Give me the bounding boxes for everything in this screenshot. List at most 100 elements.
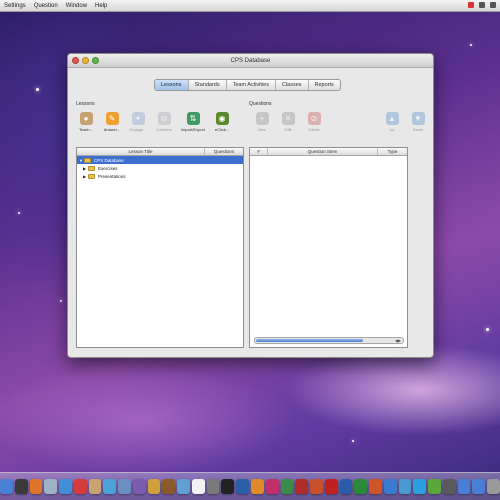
scrollbar-thumb[interactable] (256, 339, 363, 342)
column-number[interactable]: # (250, 148, 268, 155)
tab-classes[interactable]: Classes (276, 80, 309, 90)
lessons-toolbar: ● Teach... ✎ Answer... ✦ Engage... ⧉ Com… (76, 112, 232, 132)
menu-question[interactable]: Question (34, 3, 58, 9)
illustrator-icon[interactable] (251, 479, 264, 494)
questions-section-label: Questions (249, 101, 272, 107)
lessons-list[interactable]: Lesson Title Questions ▼ CPS Database ▶ … (76, 147, 244, 348)
cps-database-window: CPS Database Lessons Standards Team Acti… (67, 53, 434, 358)
delete-question-label: Delete (308, 127, 320, 132)
lessons-section-label: Lessons (76, 101, 95, 107)
star (18, 212, 20, 214)
address-book-icon[interactable] (88, 479, 102, 494)
questions-list[interactable]: # Question Stem Type ◀▶ (249, 147, 408, 348)
teach-button[interactable]: ● Teach... (76, 112, 96, 132)
folder-icon (88, 165, 95, 171)
edit-question-button[interactable]: ✕ Edit (278, 112, 298, 132)
column-type[interactable]: Type (378, 148, 407, 155)
firefox-icon[interactable] (29, 479, 43, 494)
photoshop-icon[interactable] (236, 479, 249, 494)
iphoto-icon[interactable] (118, 479, 131, 494)
answer-button[interactable]: ✎ Answer... (102, 112, 122, 132)
entourage-icon[interactable] (383, 479, 397, 494)
move-down-button[interactable]: ▼ Down (408, 112, 428, 132)
powerpoint-icon[interactable] (369, 479, 382, 494)
trash-icon[interactable] (487, 479, 500, 494)
tab-team-activities[interactable]: Team Activities (227, 80, 276, 90)
ical-icon[interactable] (73, 479, 87, 494)
safari-icon[interactable] (59, 479, 72, 494)
status-icon[interactable] (479, 2, 485, 8)
up-arrow-icon: ▲ (385, 112, 399, 125)
tree-item-presentations[interactable]: ▶ Presentations (77, 172, 243, 180)
answer-label: Answer... (103, 127, 121, 132)
window-title: CPS Database (230, 58, 271, 64)
window-controls (72, 57, 99, 64)
tab-standards[interactable]: Standards (189, 80, 227, 90)
questions-toolbar: + New ✕ Edit ⊘ Delete ▲ Up ▼ Down (252, 112, 428, 132)
word-icon[interactable] (339, 479, 353, 494)
column-questions[interactable]: Questions (205, 148, 243, 155)
import-export-icon: ⇅ (186, 112, 200, 125)
garageband-icon[interactable] (147, 479, 161, 494)
delete-question-button[interactable]: ⊘ Delete (304, 112, 324, 132)
tab-lessons[interactable]: Lessons (155, 80, 189, 90)
questions-column-header: # Question Stem Type (250, 148, 407, 156)
move-up-button[interactable]: ▲ Up (382, 112, 402, 132)
column-lesson-title[interactable]: Lesson Title (77, 148, 205, 155)
eclick-button[interactable]: ◉ eClick... (212, 112, 232, 132)
terminal-icon[interactable] (221, 479, 235, 494)
combine-button[interactable]: ⧉ Combine (154, 112, 174, 132)
import-export-button[interactable]: ⇅ Import/Export (180, 112, 206, 132)
preview-icon[interactable] (177, 479, 190, 494)
minimize-button[interactable] (82, 57, 89, 64)
tree-item-cps-database[interactable]: ▼ CPS Database (77, 156, 243, 164)
chrome-icon[interactable] (398, 479, 412, 494)
eclick-label: eClick... (214, 127, 230, 132)
scroll-arrows-icon[interactable]: ◀▶ (395, 338, 401, 344)
new-question-label: New (257, 127, 266, 132)
skype-icon[interactable] (413, 479, 427, 494)
folder-icon (88, 173, 95, 179)
engage-button[interactable]: ✦ Engage... (128, 112, 148, 132)
folder-icon[interactable] (457, 479, 471, 494)
down-arrow-icon: ▼ (411, 112, 425, 125)
star (352, 440, 354, 442)
finder-icon[interactable] (0, 479, 13, 494)
textedit-icon[interactable] (191, 479, 205, 494)
new-question-button[interactable]: + New (252, 112, 272, 132)
dreamweaver-icon[interactable] (280, 479, 294, 494)
menu-extras (468, 2, 496, 8)
downloads-icon[interactable] (472, 479, 486, 494)
imovie-icon[interactable] (132, 479, 146, 494)
menu-window[interactable]: Window (66, 3, 87, 9)
indesign-icon[interactable] (265, 479, 279, 494)
fireworks-icon[interactable] (310, 479, 323, 494)
guitar-icon[interactable] (162, 479, 176, 494)
flash-icon[interactable] (295, 479, 309, 494)
tab-reports[interactable]: Reports (309, 80, 340, 90)
tree-item-exercises[interactable]: ▶ Exercises (77, 164, 243, 172)
system-preferences-icon[interactable] (206, 479, 220, 494)
horizontal-scrollbar[interactable]: ◀▶ (254, 337, 404, 344)
excel-icon[interactable] (354, 479, 368, 494)
menu-help[interactable]: Help (95, 3, 107, 9)
teach-label: Teach... (78, 127, 93, 132)
close-button[interactable] (72, 57, 79, 64)
acrobat-icon[interactable] (324, 479, 338, 494)
tree-item-label: CPS Database (94, 157, 124, 163)
zoom-button[interactable] (92, 57, 99, 64)
mail-icon[interactable] (44, 479, 58, 494)
itunes-icon[interactable] (103, 479, 117, 494)
engage-label: Engage... (129, 127, 147, 132)
cps-icon[interactable] (428, 479, 441, 494)
move-down-label: Down (412, 127, 424, 132)
activity-monitor-icon[interactable] (442, 479, 456, 494)
title-bar[interactable]: CPS Database (68, 54, 433, 68)
column-question-stem[interactable]: Question Stem (268, 148, 378, 155)
dashboard-icon[interactable] (14, 479, 28, 494)
status-icon[interactable] (490, 2, 496, 8)
folder-icon (84, 157, 91, 163)
combine-icon: ⧉ (157, 112, 171, 125)
status-icon[interactable] (468, 2, 474, 8)
menu-settings[interactable]: Settings (4, 3, 26, 9)
